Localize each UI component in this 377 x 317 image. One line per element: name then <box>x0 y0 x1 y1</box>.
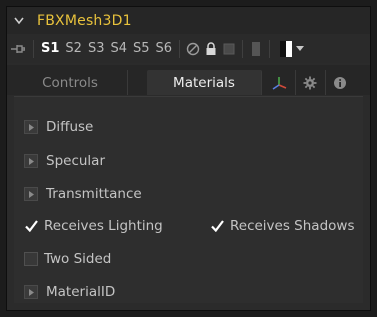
checkmark-icon <box>24 220 38 232</box>
tile-color-icon[interactable] <box>247 40 265 58</box>
inspector-tabs: Controls Materials <box>7 65 370 95</box>
node-header[interactable]: FBXMesh3D1 <box>7 7 370 34</box>
toolbar-divider <box>269 39 271 58</box>
node-title: FBXMesh3D1 <box>37 12 132 29</box>
receives-options-row: Receives Lighting Receives Shadows <box>14 215 363 237</box>
toolbar-divider <box>179 39 181 58</box>
version-slot-s3[interactable]: S3 <box>85 41 108 56</box>
receives-lighting-label: Receives Lighting <box>44 218 163 234</box>
receives-lighting-checkbox[interactable] <box>24 219 38 233</box>
chevron-right-icon[interactable] <box>24 154 38 168</box>
version-slot-s4[interactable]: S4 <box>107 41 130 56</box>
tab-info[interactable] <box>325 70 355 95</box>
color-swatch[interactable] <box>280 40 293 57</box>
materials-panel: Diffuse Specular Transmittance Receives … <box>14 96 363 303</box>
pin-icon[interactable] <box>7 44 29 54</box>
section-materialid[interactable]: MaterialID <box>14 281 363 303</box>
chevron-right-icon[interactable] <box>24 285 38 299</box>
two-sided-label: Two Sided <box>44 251 112 267</box>
lock-icon[interactable] <box>202 40 220 58</box>
section-transmittance[interactable]: Transmittance <box>14 183 363 205</box>
receives-shadows-checkbox[interactable] <box>210 219 224 233</box>
tab-controls[interactable]: Controls <box>13 70 128 95</box>
section-label: MaterialID <box>46 284 116 300</box>
receives-shadows-option: Receives Shadows <box>210 218 354 234</box>
receives-shadows-label: Receives Shadows <box>230 218 355 234</box>
two-sided-row: Two Sided <box>14 248 363 270</box>
chevron-down-icon[interactable] <box>13 15 25 27</box>
section-label: Specular <box>46 153 105 169</box>
section-diffuse[interactable]: Diffuse <box>14 116 363 138</box>
tab-materials[interactable]: Materials <box>147 70 262 95</box>
swatch-light <box>286 40 293 57</box>
version-slot-s1[interactable]: S1 <box>38 41 62 56</box>
chevron-right-icon[interactable] <box>24 120 38 134</box>
version-toolbar: S1 S2 S3 S4 S5 S6 <box>7 34 370 63</box>
two-sided-checkbox[interactable] <box>24 252 38 266</box>
version-slot-s6[interactable]: S6 <box>153 41 176 56</box>
disable-icon[interactable] <box>184 40 202 58</box>
section-specular[interactable]: Specular <box>14 150 363 172</box>
section-label: Transmittance <box>46 186 142 202</box>
axis-icon <box>272 76 287 90</box>
version-slot-s2[interactable]: S2 <box>62 41 85 56</box>
chevron-right-icon[interactable] <box>24 187 38 201</box>
toolbar-divider <box>33 39 34 58</box>
toolbar-divider <box>242 39 244 58</box>
section-label: Diffuse <box>46 119 94 135</box>
gear-icon <box>303 76 317 89</box>
version-slot-s5[interactable]: S5 <box>130 41 153 56</box>
tab-label: Materials <box>173 74 235 91</box>
chevron-down-icon[interactable] <box>296 44 305 54</box>
tab-settings[interactable] <box>295 70 326 95</box>
checkmark-icon <box>210 220 224 232</box>
tab-transform[interactable] <box>265 70 296 95</box>
info-icon <box>334 76 346 89</box>
cache-icon[interactable] <box>220 40 238 58</box>
inspector-panel: FBXMesh3D1 S1 S2 S3 S4 S5 S6 Controls Ma… <box>6 6 371 311</box>
tab-label: Controls <box>42 74 98 91</box>
